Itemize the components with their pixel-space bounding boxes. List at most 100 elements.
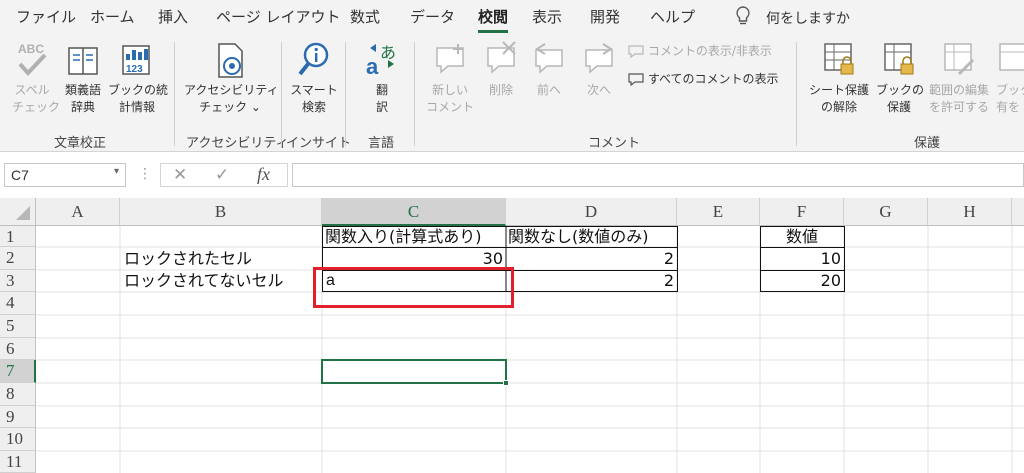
- tab-help[interactable]: ヘルプ: [650, 6, 695, 27]
- spelling-label-2: チェック: [12, 100, 61, 114]
- share-workbook-button[interactable]: ブック 有を: [996, 40, 1024, 116]
- row-header-4[interactable]: 4: [0, 292, 36, 315]
- column-header-b[interactable]: B: [120, 198, 322, 226]
- enter-check-icon[interactable]: ✓: [215, 165, 229, 185]
- tab-view[interactable]: 表示: [532, 6, 562, 27]
- cell-d1[interactable]: 関数なし(数値のみ): [508, 227, 649, 247]
- smart-lookup-label: スマート: [290, 83, 338, 97]
- row-header-11[interactable]: 11: [0, 451, 36, 473]
- group-protect: 保護: [914, 136, 941, 151]
- ribbon-separator: [796, 42, 797, 146]
- row-header-3[interactable]: 3: [0, 270, 36, 292]
- previous-comment-button[interactable]: 前へ: [526, 40, 572, 99]
- worksheet-grid[interactable]: A B C D E F G H 1 2 3 4 5 6 7 8 9 10 11 …: [0, 198, 1024, 473]
- row-header-10[interactable]: 10: [0, 428, 36, 451]
- svg-text:a: a: [366, 54, 379, 79]
- delete-comment-icon: [487, 41, 516, 74]
- insert-function-icon[interactable]: fx: [257, 164, 270, 185]
- highlight-box: [313, 267, 514, 308]
- ribbon-separator: [345, 42, 346, 146]
- select-all-button[interactable]: [0, 198, 36, 226]
- protect-workbook-label-2: 保護: [886, 100, 911, 114]
- comment-small-icon: [628, 45, 644, 59]
- thesaurus-label: 類義語: [64, 83, 101, 97]
- ribbon-separator: [281, 42, 282, 146]
- new-comment-label-2: コメント: [425, 100, 474, 114]
- spelling-button[interactable]: ABC スペル チェック: [12, 40, 60, 116]
- row-header-2[interactable]: 2: [0, 247, 36, 270]
- show-all-comments-label: すべてのコメントの表示: [647, 72, 779, 86]
- cell-b3[interactable]: ロックされてないセル: [124, 271, 284, 291]
- name-box-value: C7: [11, 167, 29, 183]
- next-comment-label: 次へ: [586, 83, 611, 97]
- svg-text:ABC: ABC: [18, 42, 44, 56]
- column-header-h[interactable]: H: [928, 198, 1012, 226]
- tab-insert[interactable]: 挿入: [158, 6, 188, 27]
- show-all-comments-button[interactable]: すべてのコメントの表示: [628, 70, 779, 87]
- column-header-d[interactable]: D: [506, 198, 677, 226]
- allow-edit-ranges-button[interactable]: 範囲の編集 を許可する: [924, 40, 994, 116]
- formula-input[interactable]: [292, 163, 1024, 187]
- tab-data[interactable]: データ: [410, 6, 455, 27]
- cell-d3[interactable]: 2: [506, 271, 674, 291]
- cell-f3[interactable]: 20: [760, 271, 841, 291]
- cell-c2[interactable]: 30: [322, 249, 503, 269]
- chevron-down-icon[interactable]: ▾: [114, 166, 119, 177]
- unprotect-sheet-button[interactable]: シート保護 の解除: [804, 40, 874, 116]
- spelling-check-icon: ABC: [18, 42, 47, 76]
- row-header-5[interactable]: 5: [0, 315, 36, 338]
- cell-f2[interactable]: 10: [760, 249, 841, 269]
- column-header-g[interactable]: G: [844, 198, 928, 226]
- next-comment-button[interactable]: 次へ: [576, 40, 622, 99]
- active-cell-cursor[interactable]: [321, 359, 509, 386]
- tab-developer[interactable]: 開発: [590, 6, 620, 27]
- tab-home[interactable]: ホーム: [90, 6, 135, 27]
- translate-label-2: 訳: [375, 100, 388, 114]
- group-language: 言語: [368, 136, 395, 151]
- row-header-8[interactable]: 8: [0, 383, 36, 406]
- cell-c1[interactable]: 関数入り(計算式あり): [325, 227, 482, 247]
- accessibility-check-button[interactable]: アクセシビリティ チェック ⌄: [184, 40, 279, 116]
- book-icon: [68, 47, 98, 75]
- new-comment-icon: [436, 44, 464, 74]
- svg-text:あ: あ: [380, 43, 396, 62]
- column-header-c[interactable]: C: [322, 198, 506, 226]
- tab-page-layout[interactable]: ページ レイアウト: [216, 6, 340, 27]
- row-header-6[interactable]: 6: [0, 338, 36, 360]
- new-comment-button[interactable]: 新しい コメント: [424, 40, 476, 116]
- protect-workbook-button[interactable]: ブックの 保護: [876, 40, 924, 116]
- drag-handle-icon[interactable]: ⋮: [138, 166, 152, 182]
- column-header-a[interactable]: A: [36, 198, 120, 226]
- allow-edit-ranges-label-2: を許可する: [928, 100, 989, 114]
- tell-me-search[interactable]: 何をしますか: [766, 8, 850, 28]
- cell-f1[interactable]: 数値: [760, 227, 844, 247]
- column-header-e[interactable]: E: [677, 198, 760, 226]
- workbook-statistics-button[interactable]: 123 ブックの統 計情報: [108, 40, 168, 116]
- sheet-lock-icon: [824, 43, 854, 75]
- new-comment-label: 新しい: [431, 83, 468, 97]
- comments-icon: [628, 73, 644, 87]
- column-header-next[interactable]: [1012, 198, 1024, 226]
- fill-handle[interactable]: [503, 380, 509, 386]
- accessibility-label-2: チェック ⌄: [199, 100, 261, 114]
- tab-formulas[interactable]: 数式: [350, 6, 380, 27]
- cell-d2[interactable]: 2: [506, 249, 674, 269]
- tab-review[interactable]: 校閲: [478, 6, 509, 33]
- column-header-f[interactable]: F: [760, 198, 844, 226]
- smart-lookup-button[interactable]: スマート 検索: [288, 40, 340, 116]
- tab-file[interactable]: ファイル: [16, 6, 76, 27]
- delete-comment-button[interactable]: 削除: [478, 40, 524, 99]
- group-comments: コメント: [588, 136, 641, 151]
- name-box[interactable]: C7 ▾: [4, 163, 126, 187]
- thesaurus-button[interactable]: 類義語 辞典: [58, 40, 108, 116]
- row-header-9[interactable]: 9: [0, 406, 36, 428]
- cell-b2[interactable]: ロックされたセル: [124, 249, 252, 269]
- show-hide-comment-button[interactable]: コメントの表示/非表示: [628, 42, 772, 59]
- previous-comment-icon: [535, 43, 563, 74]
- row-header-1[interactable]: 1: [0, 226, 36, 247]
- translate-button[interactable]: aあ 翻 訳: [356, 40, 408, 116]
- group-accessibility: アクセシビリティ: [186, 136, 289, 151]
- row-header-7[interactable]: 7: [0, 360, 36, 383]
- cancel-icon[interactable]: ✕: [173, 165, 187, 185]
- smart-lookup-label-2: 検索: [301, 100, 326, 114]
